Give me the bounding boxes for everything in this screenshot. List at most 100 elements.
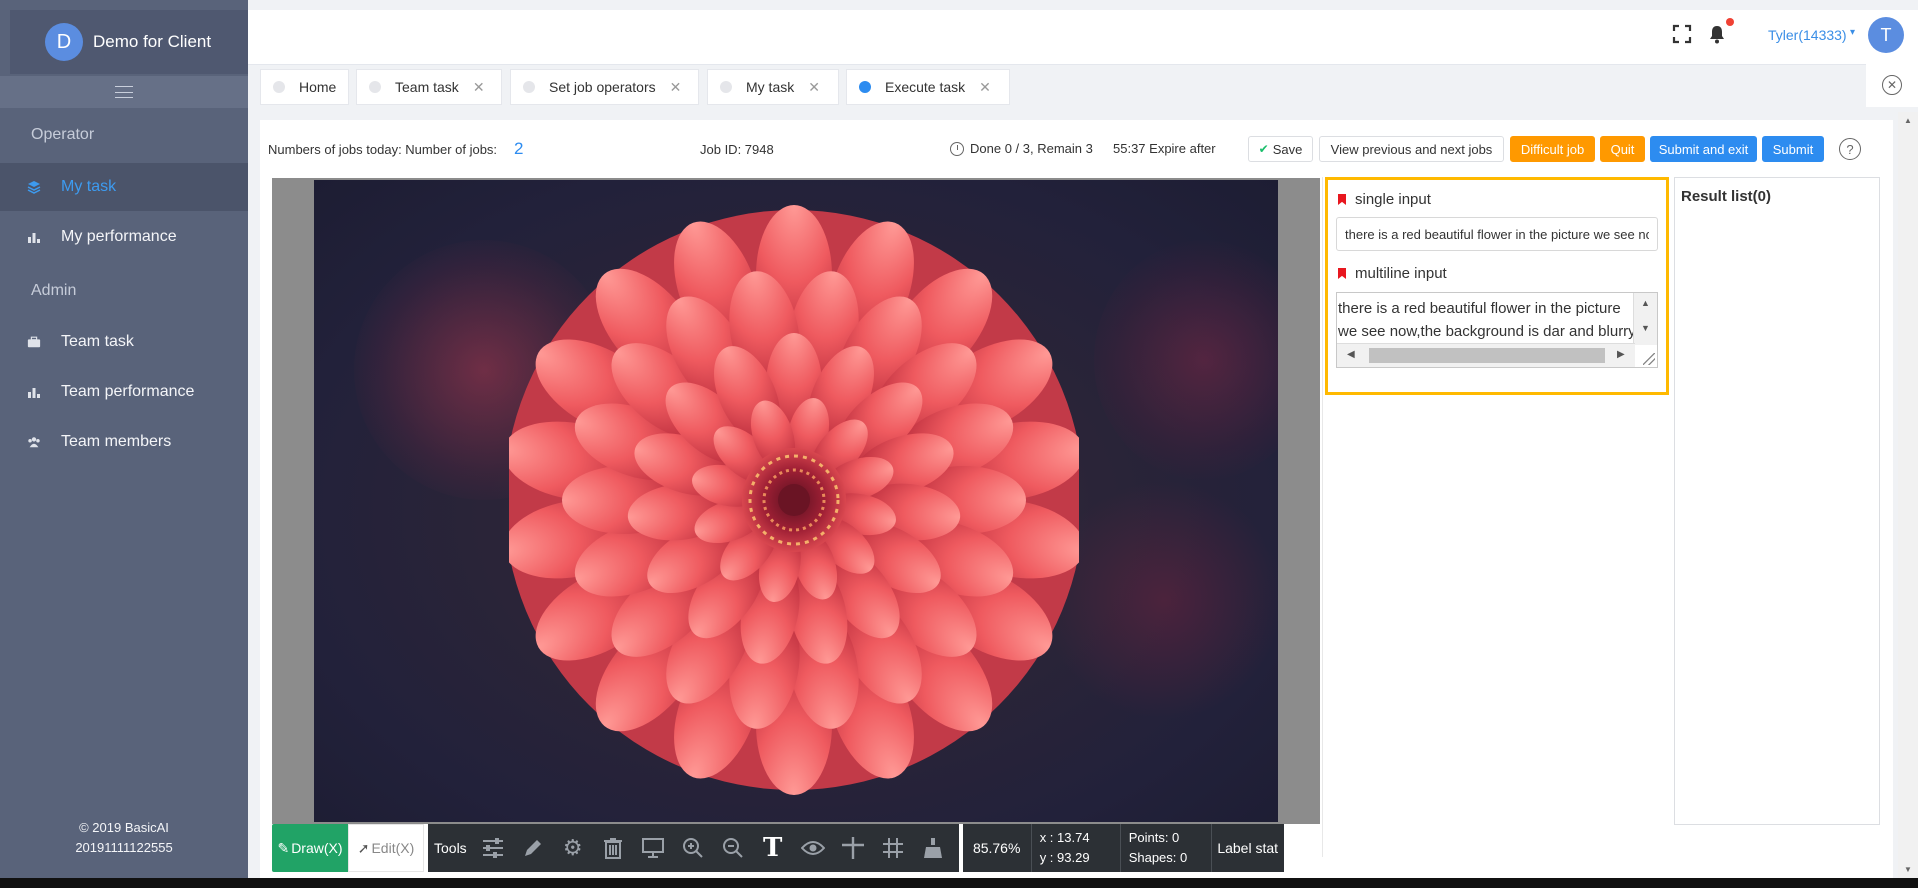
grid-icon[interactable] <box>873 824 913 872</box>
sidebar-item-team-task[interactable]: Team task <box>0 318 248 366</box>
result-list-title: Result list(0) <box>1681 188 1772 205</box>
fullscreen-icon[interactable] <box>1672 24 1692 50</box>
brand-avatar: D <box>45 23 83 61</box>
save-button[interactable]: ✔ Save <box>1248 136 1313 162</box>
sidebar-item-label: My performance <box>61 228 177 245</box>
sidebar-item-label: Team members <box>61 433 172 450</box>
draw-label: Draw(X) <box>291 840 343 856</box>
canvas-toolbar: ✎ Draw(X) ➚ Edit(X) Tools ⚙ T 85.76% x:… <box>272 824 1284 872</box>
result-list-panel: Result list(0) <box>1674 177 1880 825</box>
bookmark-icon <box>1338 268 1346 279</box>
brand[interactable]: D Demo for Client <box>10 10 248 74</box>
scroll-down-icon[interactable]: ▼ <box>1641 323 1650 333</box>
caret-down-icon[interactable]: ▾ <box>1850 27 1855 38</box>
bell-icon[interactable] <box>1708 24 1726 50</box>
tab-execute-task[interactable]: Execute task ✕ <box>846 69 1010 105</box>
close-icon[interactable]: ✕ <box>473 79 485 96</box>
monitor-icon[interactable] <box>633 824 673 872</box>
close-icon[interactable]: ✕ <box>670 79 682 96</box>
sidebar: D Demo for Client Operator My task My pe… <box>0 0 248 878</box>
sidebar-item-team-performance[interactable]: Team performance <box>0 368 248 416</box>
submit-exit-button[interactable]: Submit and exit <box>1650 136 1757 162</box>
attribute-form: single input multiline input there is a … <box>1325 177 1669 395</box>
annotation-canvas[interactable] <box>272 178 1320 824</box>
tab-my-task[interactable]: My task ✕ <box>707 69 839 105</box>
group-icon <box>27 435 41 449</box>
tab-status-dot <box>273 81 285 93</box>
difficult-job-button[interactable]: Difficult job <box>1510 136 1595 162</box>
pencil-icon: ✎ <box>277 839 290 856</box>
text-icon[interactable]: T <box>753 824 793 872</box>
tab-status-dot <box>720 81 732 93</box>
sidebar-footer: © 2019 BasicAI 20191111122555 <box>0 818 248 858</box>
single-input-field[interactable] <box>1336 217 1658 251</box>
os-taskbar <box>0 878 1918 888</box>
x-coordinate: x : 13.74 <box>1039 830 1090 845</box>
top-header <box>248 10 1918 64</box>
section-operator: Operator <box>31 126 95 143</box>
draw-mode-button[interactable]: ✎ Draw(X) <box>272 824 348 872</box>
zoom-out-icon[interactable] <box>713 824 753 872</box>
gear-icon[interactable]: ⚙ <box>553 824 593 872</box>
bookmark-icon <box>1338 194 1346 205</box>
multiline-input-field[interactable]: there is a red beautiful flower in the p… <box>1336 292 1658 368</box>
close-circle-icon: ✕ <box>1882 75 1902 95</box>
submit-button[interactable]: Submit <box>1762 136 1824 162</box>
tab-status-dot <box>369 81 381 93</box>
sidebar-item-my-task[interactable]: My task <box>0 163 248 211</box>
resize-handle-icon[interactable] <box>1643 353 1655 365</box>
multiline-text-line: there is a red beautiful flower in the p… <box>1338 300 1621 317</box>
scroll-up-icon[interactable]: ▲ <box>1904 116 1912 125</box>
multiline-input-label-text: multiline input <box>1355 265 1447 282</box>
trash-icon[interactable] <box>593 824 633 872</box>
close-icon[interactable]: ✕ <box>808 79 820 96</box>
tab-label: Execute task <box>885 79 966 95</box>
close-all-tabs-button[interactable]: ✕ <box>1866 63 1918 107</box>
zoom-in-icon[interactable] <box>673 824 713 872</box>
avatar[interactable]: T <box>1868 17 1904 53</box>
close-icon[interactable]: ✕ <box>979 79 991 96</box>
build-number: 20191111122555 <box>75 840 173 855</box>
scroll-down-icon[interactable]: ▼ <box>1904 865 1912 874</box>
expire-timer: 55:37 Expire after <box>1113 141 1216 156</box>
vertical-scrollbar[interactable]: ▲ ▼ <box>1633 293 1657 345</box>
page-scrollbar[interactable]: ▲ ▼ <box>1898 112 1918 878</box>
section-admin: Admin <box>31 282 77 299</box>
tab-team-task[interactable]: Team task ✕ <box>356 69 502 105</box>
scroll-thumb[interactable] <box>1369 348 1605 363</box>
check-icon: ✔ <box>1258 142 1269 156</box>
scroll-right-icon[interactable]: ▶ <box>1617 349 1625 360</box>
user-menu[interactable]: Tyler(14333) <box>1768 27 1847 43</box>
view-prev-next-button[interactable]: View previous and next jobs <box>1319 136 1504 162</box>
progress-text: Done 0 / 3, Remain 3 <box>970 141 1093 156</box>
sidebar-item-label: My task <box>61 178 117 195</box>
flower-image[interactable] <box>314 180 1278 822</box>
scroll-left-icon[interactable]: ◀ <box>1347 349 1355 360</box>
menu-toggle-button[interactable] <box>0 76 248 108</box>
blurred-background-flower <box>1094 240 1278 480</box>
jobs-today-label: Numbers of jobs today: Number of jobs: <box>268 142 498 157</box>
eye-icon[interactable] <box>793 824 833 872</box>
pencil-icon[interactable] <box>513 824 553 872</box>
label-stat-button[interactable]: Label stat <box>1212 840 1284 856</box>
scroll-up-icon[interactable]: ▲ <box>1641 298 1650 308</box>
multiline-text-line: we see now,the background is dar and blu… <box>1338 323 1634 340</box>
crosshair-icon[interactable] <box>833 824 873 872</box>
sidebar-item-my-performance[interactable]: My performance <box>0 213 248 261</box>
tab-home[interactable]: Home <box>260 69 349 105</box>
sidebar-item-team-members[interactable]: Team members <box>0 418 248 466</box>
quit-button[interactable]: Quit <box>1600 136 1645 162</box>
tab-label: Home <box>299 79 337 95</box>
horizontal-scrollbar[interactable]: ◀ ▶ <box>1337 343 1635 367</box>
tab-label: My task <box>746 79 795 95</box>
help-icon[interactable]: ? <box>1839 138 1861 160</box>
sliders-icon[interactable] <box>473 824 513 872</box>
attribute-panel: single input multiline input there is a … <box>1322 177 1669 857</box>
tab-set-job-operators[interactable]: Set job operators ✕ <box>510 69 699 105</box>
clock-icon <box>950 142 964 156</box>
sidebar-item-label: Team performance <box>61 383 195 400</box>
multiline-text[interactable]: there is a red beautiful flower in the p… <box>1338 297 1634 343</box>
brush-icon[interactable] <box>913 824 953 872</box>
jobs-today-count: 2 <box>514 139 524 158</box>
edit-mode-button[interactable]: ➚ Edit(X) <box>348 824 424 872</box>
